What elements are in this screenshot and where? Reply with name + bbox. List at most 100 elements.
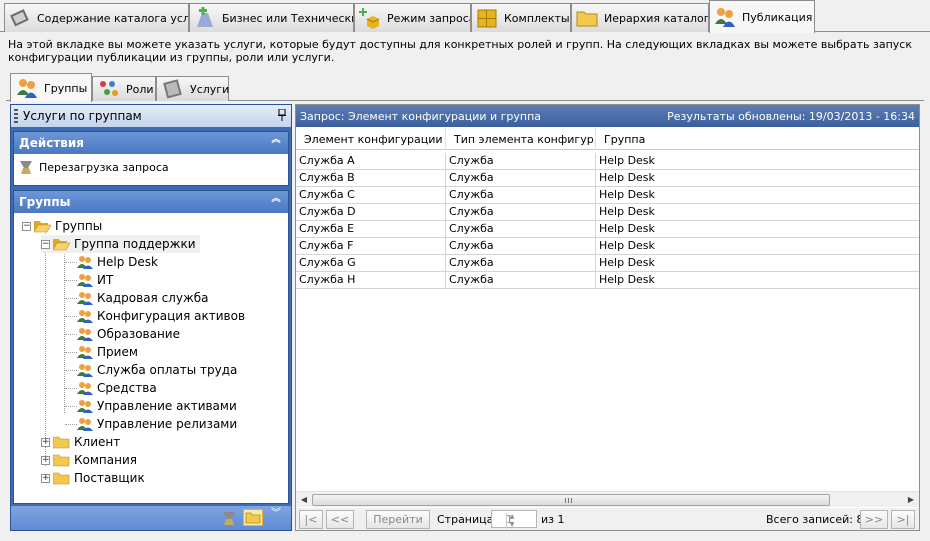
actions-section: Действия ︽ Перезагрузка запроса	[13, 131, 289, 186]
tab-groups[interactable]: Группы	[10, 73, 92, 102]
table-cell: Help Desk	[599, 188, 655, 201]
expand-toggle-icon[interactable]: +	[41, 455, 50, 465]
tree-node-support-group[interactable]: − Группа поддержки	[41, 235, 200, 253]
table-row[interactable]: Служба H Служба Help Desk	[296, 272, 919, 289]
groups-section: Группы ︽ − Группы − Группа поддержки Hel…	[13, 190, 289, 504]
grid-body: Служба A Служба Help Desk Служба B Служба Hel…	[296, 153, 919, 289]
folder-view-icon[interactable]	[243, 509, 263, 526]
reload-broom-icon[interactable]	[221, 510, 239, 526]
table-cell: Служба H	[296, 272, 446, 288]
tree-node-group[interactable]: ИТ	[77, 271, 113, 289]
reload-broom-icon	[18, 159, 36, 175]
table-cell: Служба G	[296, 255, 446, 271]
group-people-icon	[77, 274, 93, 287]
table-cell: Служба	[446, 255, 596, 271]
sub-tab-bar: Группы Роли Услуги	[6, 73, 924, 102]
tree-line	[65, 424, 77, 425]
tree-line	[65, 262, 77, 263]
tree-node-folder[interactable]: + Компания	[41, 451, 137, 469]
tree-node-folder[interactable]: + Поставщик	[41, 469, 145, 487]
tree-node-group[interactable]: Конфигурация активов	[77, 307, 245, 325]
pin-icon[interactable]	[278, 108, 286, 121]
panel-title: Услуги по группам	[23, 109, 142, 123]
next-page-button[interactable]: >>	[860, 510, 888, 529]
query-header: Запрос: Элемент конфигурации и группа Ре…	[296, 105, 919, 127]
tab-catalog-hierarchy[interactable]: Иерархия каталога	[571, 3, 709, 32]
table-row[interactable]: Служба G Служба Help Desk	[296, 255, 919, 272]
column-header-group[interactable]: Группа	[596, 128, 919, 150]
collapse-toggle-icon[interactable]: −	[41, 239, 50, 249]
column-header-ci[interactable]: Элемент конфигурации	[296, 128, 446, 150]
tree-node-group[interactable]: Служба оплаты труда	[77, 361, 237, 379]
expand-more-icon[interactable]: ︾	[271, 509, 283, 526]
reload-query-action[interactable]: Перезагрузка запроса	[14, 154, 288, 175]
tree-node-group[interactable]: Help Desk	[77, 253, 158, 271]
panel-footer-toolbar: ︾	[11, 506, 291, 530]
table-cell: Служба D	[296, 204, 446, 220]
page-number-input[interactable]: 1 ▲ ▼	[491, 510, 537, 529]
services-book-icon	[162, 79, 184, 99]
tree-node-group[interactable]: Кадровая служба	[77, 289, 209, 307]
tree-node-folder[interactable]: + Клиент	[41, 433, 120, 451]
tree-node-group[interactable]: Прием	[77, 343, 138, 361]
table-cell: Help Desk	[599, 256, 655, 269]
table-row[interactable]: Служба C Служба Help Desk	[296, 187, 919, 204]
tree-node-group[interactable]: Средства	[77, 379, 157, 397]
tab-business-technical[interactable]: Бизнес или Технические	[189, 3, 354, 32]
group-people-icon	[77, 346, 93, 359]
tab-request-mode[interactable]: Режим запроса	[354, 3, 471, 32]
prev-page-button[interactable]: <<	[326, 510, 354, 529]
query-title: Запрос: Элемент конфигурации и группа	[300, 109, 542, 123]
group-people-icon	[77, 292, 93, 305]
tree-line	[65, 334, 77, 335]
first-page-button[interactable]: |<	[299, 510, 323, 529]
horizontal-scrollbar[interactable]: ◀ ▶	[296, 491, 919, 507]
grid-header: Элемент конфигурации Тип элемента конфиг…	[296, 128, 919, 150]
tree-node-group[interactable]: Образование	[77, 325, 180, 343]
scroll-thumb[interactable]	[312, 494, 830, 506]
collapse-icon[interactable]: ︽	[270, 136, 282, 149]
tab-services[interactable]: Услуги	[156, 76, 229, 101]
tree-line	[45, 233, 46, 466]
page-spinner-icon[interactable]: ▲ ▼	[506, 513, 517, 529]
collapse-icon[interactable]: ︽	[270, 195, 282, 208]
tree-node-group[interactable]: Управление активами	[77, 397, 237, 415]
go-button[interactable]: Перейти	[366, 510, 430, 529]
tab-roles[interactable]: Роли	[92, 76, 156, 101]
total-records: Всего записей: 8	[766, 513, 864, 526]
tree-line	[65, 388, 77, 389]
folder-icon	[576, 7, 598, 29]
tab-description: На этой вкладке вы можете указать услуги…	[8, 38, 912, 64]
table-cell: Служба	[446, 272, 596, 288]
drag-grip-icon[interactable]	[14, 109, 18, 123]
folder-icon	[53, 436, 70, 448]
tree-node-group[interactable]: Управление релизами	[77, 415, 237, 433]
collapse-toggle-icon[interactable]: −	[22, 221, 31, 231]
table-cell: Help Desk	[599, 154, 655, 167]
groups-tree: − Группы − Группа поддержки Help Desk ИТ К…	[14, 213, 288, 485]
actions-header[interactable]: Действия ︽	[14, 132, 288, 154]
table-row[interactable]: Служба A Служба Help Desk	[296, 153, 919, 170]
table-cell: Help Desk	[599, 171, 655, 184]
groups-header[interactable]: Группы ︽	[14, 191, 288, 213]
tab-publication[interactable]: Публикация	[709, 0, 815, 33]
results-updated: Результаты обновлены: 19/03/2013 - 16:34	[667, 109, 915, 123]
panel-header: Услуги по группам	[11, 105, 291, 127]
tree-node-groups-root[interactable]: − Группы	[22, 217, 102, 235]
table-row[interactable]: Служба B Служба Help Desk	[296, 170, 919, 187]
table-row[interactable]: Служба E Служба Help Desk	[296, 221, 919, 238]
services-by-groups-panel: Услуги по группам Действия ︽ Перезагрузк…	[10, 104, 292, 531]
scroll-right-icon[interactable]: ▶	[906, 495, 916, 505]
column-header-ci-type[interactable]: Тип элемента конфигур...	[446, 128, 596, 150]
expand-toggle-icon[interactable]: +	[41, 437, 50, 447]
table-cell: Служба	[446, 187, 596, 203]
table-row[interactable]: Служба F Служба Help Desk	[296, 238, 919, 255]
table-row[interactable]: Служба D Служба Help Desk	[296, 204, 919, 221]
tab-bundles[interactable]: Комплекты	[471, 3, 571, 32]
scroll-left-icon[interactable]: ◀	[299, 495, 309, 505]
table-cell: Служба	[446, 238, 596, 254]
last-page-button[interactable]: >|	[891, 510, 915, 529]
table-cell: Help Desk	[599, 239, 655, 252]
tab-catalog-content[interactable]: Содержание каталога услуг	[4, 3, 189, 32]
expand-toggle-icon[interactable]: +	[41, 473, 50, 483]
